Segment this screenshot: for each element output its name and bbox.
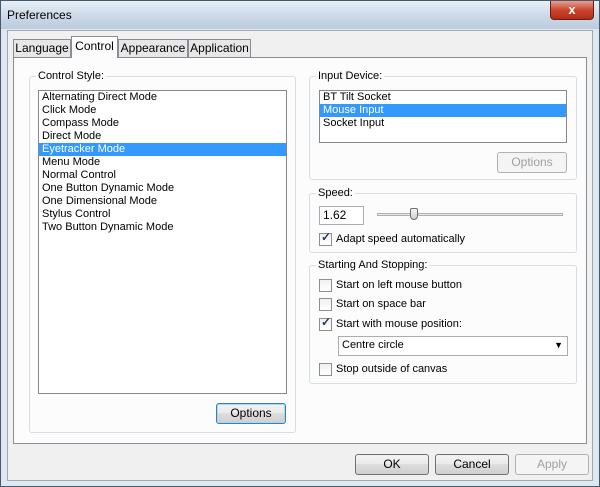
start-mouse-position-label: Start with mouse position: [336, 318, 462, 330]
speed-group: Speed: 1.62 ✓ Adapt speed automatically [309, 187, 577, 253]
mouse-position-select[interactable]: Centre circle ▼ [338, 336, 568, 356]
list-item[interactable]: BT Tilt Socket [320, 91, 566, 104]
cancel-button[interactable]: Cancel [435, 454, 509, 475]
adapt-speed-label: Adapt speed automatically [336, 233, 466, 245]
adapt-speed-checkbox[interactable]: ✓ [319, 230, 332, 246]
speed-input[interactable]: 1.62 [319, 206, 364, 225]
speed-slider-track[interactable] [377, 213, 563, 216]
list-item[interactable]: Two Button Dynamic Mode [39, 221, 286, 234]
window-title: Preferences [7, 8, 72, 22]
input-device-options-button[interactable]: Options [497, 152, 567, 173]
tab-appearance[interactable]: Appearance [118, 39, 188, 57]
stop-outside-canvas-checkbox[interactable] [319, 363, 332, 376]
list-item[interactable]: Mouse Input [320, 104, 566, 117]
tab-application[interactable]: Application [188, 39, 251, 57]
speed-slider-thumb[interactable] [410, 208, 419, 220]
control-tab-panel: Control Style: Alternating Direct Mode Cl… [13, 57, 587, 444]
start-space-bar-checkbox[interactable] [319, 298, 332, 311]
input-device-listbox[interactable]: BT Tilt Socket Mouse Input Socket Input [319, 90, 567, 143]
starting-stopping-group: Starting And Stopping: Start on left mou… [309, 259, 577, 384]
input-device-group: Input Device: BT Tilt Socket Mouse Input S… [309, 70, 577, 180]
list-item[interactable]: One Dimensional Mode [39, 195, 286, 208]
check-icon: ✓ [321, 230, 332, 244]
list-item[interactable]: Menu Mode [39, 156, 286, 169]
control-style-listbox[interactable]: Alternating Direct Mode Click Mode Compass… [38, 90, 287, 394]
check-icon: ✓ [321, 315, 332, 329]
ok-button[interactable]: OK [355, 454, 429, 475]
speed-label: Speed: [316, 187, 355, 199]
close-button[interactable]: x [550, 1, 594, 20]
start-left-mouse-label: Start on left mouse button [336, 279, 462, 291]
stop-outside-canvas-label: Stop outside of canvas [336, 363, 448, 375]
tab-control[interactable]: Control [71, 36, 118, 58]
input-device-label: Input Device: [316, 70, 385, 82]
chevron-down-icon[interactable]: ▼ [554, 337, 563, 354]
start-left-mouse-checkbox[interactable] [319, 279, 332, 292]
control-style-group: Control Style: Alternating Direct Mode Cl… [29, 70, 296, 433]
list-item[interactable]: Alternating Direct Mode [39, 91, 286, 104]
tab-language[interactable]: Language [13, 39, 71, 57]
control-style-label: Control Style: [36, 70, 107, 82]
start-mouse-position-checkbox[interactable]: ✓ [319, 315, 332, 331]
starting-stopping-label: Starting And Stopping: [316, 259, 430, 271]
control-style-options-button[interactable]: Options [216, 403, 286, 424]
apply-button[interactable]: Apply [515, 454, 589, 475]
list-item[interactable]: Eyetracker Mode [39, 143, 286, 156]
list-item[interactable]: Direct Mode [39, 130, 286, 143]
dialog-client: Language Control Appearance Application … [7, 30, 593, 481]
list-item[interactable]: Normal Control [39, 169, 286, 182]
list-item[interactable]: Stylus Control [39, 208, 286, 221]
preferences-window: Preferences x Language Control Appearanc… [0, 0, 600, 487]
list-item[interactable]: One Button Dynamic Mode [39, 182, 286, 195]
close-icon: x [568, 2, 576, 17]
list-item[interactable]: Click Mode [39, 104, 286, 117]
start-space-bar-label: Start on space bar [336, 298, 426, 310]
title-bar[interactable]: Preferences x [1, 1, 599, 29]
list-item[interactable]: Socket Input [320, 117, 566, 130]
list-item[interactable]: Compass Mode [39, 117, 286, 130]
mouse-position-value: Centre circle [342, 339, 404, 351]
